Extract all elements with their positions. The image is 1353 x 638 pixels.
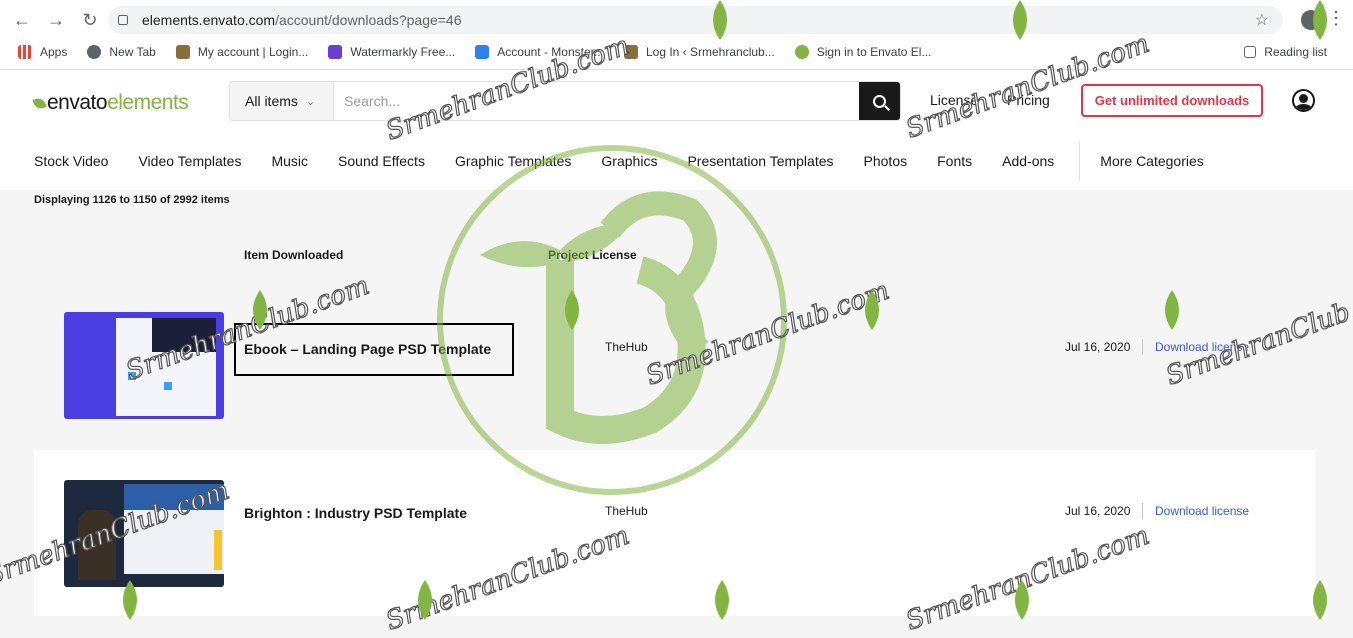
nav-sound-effects[interactable]: Sound Effects [338,153,425,169]
bookmark-label: Apps [40,45,68,59]
bookmark-monster[interactable]: Account - Monster... [475,45,604,59]
column-project-license: Project License [548,248,637,262]
site-icon [623,45,638,59]
reading-list-label: Reading list [1264,45,1327,59]
bookmark-label: My account | Login... [197,45,309,59]
nav-video-templates[interactable]: Video Templates [138,153,241,169]
browser-nav-row: ← → ↻ elements.envato.com /account/downl… [0,6,1353,34]
divider [1142,503,1143,519]
shield-icon [328,45,343,59]
search-bar: All items ⌄ [229,81,901,121]
more-menu-icon[interactable]: ⋮ [1327,8,1345,29]
forward-icon[interactable]: → [44,8,68,32]
bookmark-label: New Tab [109,45,156,59]
download-row: Ebook – Landing Page PSD Template TheHub… [34,274,1315,440]
reading-list-icon [1244,46,1257,58]
item-thumbnail[interactable] [64,312,224,419]
bookmark-envato[interactable]: Sign in to Envato El... [794,45,932,59]
nav-add-ons[interactable]: Add-ons [1002,153,1054,169]
logo-text-main: envato [47,91,108,114]
site-icon [475,45,490,59]
project-name: TheHub [605,504,648,518]
bookmark-label: Sign in to Envato El... [816,45,932,59]
download-date: Jul 16, 2020 [1065,504,1131,518]
nav-graphics[interactable]: Graphics [601,153,657,169]
account-avatar-icon[interactable] [1292,89,1315,112]
globe-icon [87,45,102,59]
category-select[interactable]: All items ⌄ [230,82,334,120]
reading-list[interactable]: Reading list [1244,45,1327,59]
bookmark-label: Account - Monster... [497,45,604,59]
browser-chrome: ← → ↻ elements.envato.com /account/downl… [0,0,1353,70]
downloads-list: Displaying 1126 to 1150 of 2992 items It… [0,190,1353,638]
item-title[interactable]: Brighton : Industry PSD Template [244,505,467,521]
nav-divider [1079,141,1081,181]
url-path: /account/downloads?page=46 [275,12,462,28]
item-title[interactable]: Ebook – Landing Page PSD Template [244,341,491,357]
profile-icon[interactable] [1301,10,1321,30]
bookmark-label: Log In ‹ Srmehranclub... [645,45,775,59]
bookmarks-bar: Apps New Tab My account | Login... Water… [0,40,1353,64]
nav-music[interactable]: Music [271,153,308,169]
nav-stock-video[interactable]: Stock Video [34,153,108,169]
get-unlimited-downloads-button[interactable]: Get unlimited downloads [1081,84,1263,117]
nav-presentation-templates[interactable]: Presentation Templates [687,153,833,169]
apps-grid-icon [18,45,32,59]
lock-icon [118,15,128,25]
nav-photos[interactable]: Photos [864,153,908,169]
divider [1142,339,1143,355]
url-host: elements.envato.com [142,12,276,28]
download-row: Brighton : Industry PSD Template TheHub … [34,450,1315,616]
envato-logo[interactable]: envato elements [32,91,189,115]
envato-leaf-icon [794,45,809,59]
items-count: Displaying 1126 to 1150 of 2992 items [34,194,230,206]
leaf-icon [32,95,47,111]
pricing-link[interactable]: Pricing [1007,92,1050,108]
chevron-down-icon: ⌄ [305,95,316,108]
logo-text-accent: elements [107,91,189,114]
search-icon [873,94,886,108]
project-name: TheHub [605,340,648,354]
search-button[interactable] [859,82,900,120]
nav-more-categories[interactable]: More Categories [1100,153,1204,169]
bookmark-my-account[interactable]: My account | Login... [175,45,309,59]
bookmark-apps[interactable]: Apps [18,45,67,59]
site-header: envatoelements All items ⌄ License Prici… [0,70,1353,132]
column-item-downloaded: Item Downloaded [244,248,344,262]
reload-icon[interactable]: ↻ [78,8,102,32]
download-license-link[interactable]: Download license [1155,340,1249,354]
nav-fonts[interactable]: Fonts [937,153,972,169]
download-license-link[interactable]: Download license [1155,504,1249,518]
search-input[interactable] [334,82,859,120]
category-nav: Stock Video Video Templates Music Sound … [0,132,1353,190]
license-link[interactable]: License [930,92,978,108]
category-select-label: All items [245,93,298,109]
bookmark-login[interactable]: Log In ‹ Srmehranclub... [623,45,775,59]
download-date: Jul 16, 2020 [1065,340,1131,354]
back-icon[interactable]: ← [10,8,34,32]
bookmark-new-tab[interactable]: New Tab [87,45,156,59]
bookmark-star-icon[interactable]: ☆ [1255,10,1269,30]
bookmark-watermarkly[interactable]: Watermarkly Free... [328,45,455,59]
site-icon [175,45,190,59]
item-thumbnail[interactable] [64,480,224,587]
address-bar[interactable]: elements.envato.com /account/downloads?p… [108,6,1283,34]
bookmark-label: Watermarkly Free... [350,45,456,59]
nav-graphic-templates[interactable]: Graphic Templates [455,153,571,169]
